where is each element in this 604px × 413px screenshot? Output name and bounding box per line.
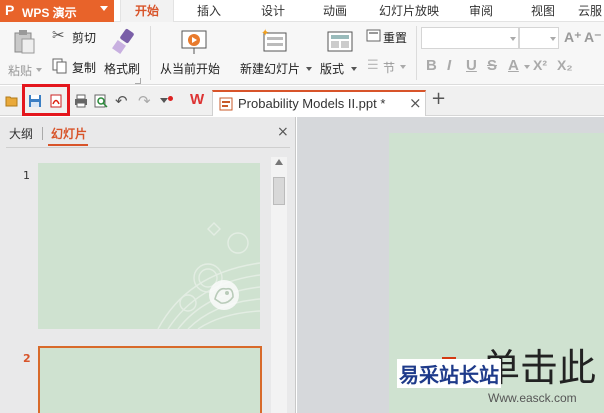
seal-logo-icon (209, 280, 239, 310)
format-painter-label: 格式刷 (104, 62, 141, 76)
tab-slides[interactable]: 幻灯片 (51, 125, 87, 142)
format-painter-button[interactable]: 格式刷 (104, 26, 146, 82)
italic-button[interactable]: I (447, 57, 451, 74)
tab-design[interactable]: 设计 (248, 0, 298, 22)
annotation-highlight-box (22, 84, 70, 116)
cut-button[interactable]: ✂ 剪切 (52, 26, 102, 46)
reset-label: 重置 (383, 31, 408, 45)
open-folder-icon[interactable] (5, 94, 19, 108)
paste-icon (14, 30, 35, 54)
print-preview-icon[interactable] (94, 94, 108, 108)
wps-brand-icon[interactable]: W (190, 91, 204, 108)
slide-thumbnail-1[interactable] (38, 163, 260, 329)
slideshow-play-icon (181, 30, 207, 54)
thumbnail-scrollbar[interactable] (271, 157, 287, 413)
ribbon-divider (150, 26, 151, 80)
brush-icon (112, 29, 134, 54)
chevron-down-icon (400, 65, 406, 69)
chevron-down-icon (306, 67, 312, 71)
underline-button[interactable]: U (466, 57, 477, 74)
watermark-text: 易采站长站 (397, 359, 501, 388)
font-color-button[interactable]: A (508, 57, 519, 74)
paste-label: 粘贴 (8, 64, 33, 78)
copy-button[interactable]: 复制 (52, 58, 102, 76)
copy-icon (52, 58, 67, 74)
customize-toolbar-icon[interactable] (160, 98, 168, 103)
print-icon[interactable] (74, 94, 88, 108)
layout-label: 版式 (320, 62, 345, 76)
slide-thumbnail-pane: 大纲 幻灯片 × 1 2 (0, 117, 296, 413)
document-title: Probability Models II.ppt * (238, 96, 386, 111)
section-button[interactable]: ☰ 节 (366, 58, 412, 76)
section-icon: ☰ (367, 58, 379, 73)
tab-review[interactable]: 审阅 (456, 0, 506, 22)
chevron-down-icon (100, 6, 108, 11)
reset-icon (366, 29, 381, 42)
ppt-file-icon (219, 97, 233, 111)
slide-thumbnail-2-selected[interactable] (38, 346, 262, 413)
shrink-font-button[interactable]: A⁻ (584, 29, 602, 46)
superscript-button[interactable]: X² (533, 57, 547, 73)
grow-font-button[interactable]: A⁺ (564, 29, 582, 46)
from-current-label: 从当前开始 (160, 62, 221, 76)
slide-number: 1 (23, 169, 30, 182)
app-title: WPS 演示 (22, 6, 77, 20)
tab-insert[interactable]: 插入 (184, 0, 234, 22)
quick-access-bar: ↶ ↷ W Probability Models II.ppt * × + (0, 86, 604, 116)
close-pane-icon[interactable]: × (277, 124, 289, 140)
subscript-button[interactable]: X₂ (557, 57, 573, 73)
chevron-down-icon (351, 67, 357, 71)
copy-label: 复制 (72, 61, 97, 75)
section-label: 节 (383, 61, 396, 75)
scroll-thumb[interactable] (273, 177, 285, 205)
reset-button[interactable]: 重置 (366, 28, 412, 46)
ribbon-divider (416, 26, 417, 80)
tab-animation[interactable]: 动画 (310, 0, 360, 22)
active-tab-indicator (48, 144, 88, 146)
chevron-down-icon (524, 65, 530, 69)
tab-outline[interactable]: 大纲 (9, 125, 33, 142)
chevron-down-icon (510, 37, 516, 41)
pane-divider-line (6, 147, 290, 148)
menu-bar: P WPS 演示 开始 插入 设计 动画 幻灯片放映 审阅 视图 云服 (0, 0, 604, 22)
chevron-down-icon (550, 37, 556, 41)
layout-button[interactable]: 版式 (320, 26, 364, 82)
tab-slideshow[interactable]: 幻灯片放映 (372, 0, 446, 22)
scissors-icon: ✂ (52, 26, 65, 44)
tab-home[interactable]: 开始 (120, 0, 174, 22)
font-name-combobox[interactable] (421, 27, 519, 49)
new-slide-icon: ✦ (261, 28, 287, 52)
chevron-down-icon (36, 68, 42, 72)
redo-icon[interactable]: ↷ (138, 92, 151, 110)
bold-button[interactable]: B (426, 57, 437, 74)
new-slide-label: 新建幻灯片 (240, 62, 301, 76)
pane-tabs: 大纲 幻灯片 × (0, 117, 296, 147)
dialog-launcher-icon[interactable] (135, 78, 141, 84)
new-tab-icon[interactable]: + (431, 88, 446, 109)
tab-divider (42, 127, 43, 140)
wps-logo-icon: P (5, 2, 15, 18)
slide-number: 2 (23, 352, 31, 365)
watermark-url: Www.easck.com (488, 391, 577, 405)
layout-icon (327, 31, 353, 52)
ribbon-toolbar: 粘贴 ✂ 剪切 复制 格式刷 从当前开始 ✦ 新建幻灯片 版式 重置 ☰ 节 A… (0, 22, 604, 85)
slide-pattern-decoration (157, 222, 260, 329)
app-menu-button[interactable]: P WPS 演示 (0, 0, 114, 22)
tab-view[interactable]: 视图 (518, 0, 568, 22)
undo-icon[interactable]: ↶ (115, 92, 128, 110)
cut-label: 剪切 (72, 31, 97, 45)
notification-dot-icon (168, 96, 173, 101)
new-slide-button[interactable]: ✦ 新建幻灯片 (238, 26, 312, 82)
play-from-current-button[interactable]: 从当前开始 (158, 26, 222, 82)
document-tab[interactable]: Probability Models II.ppt * × (212, 90, 426, 116)
close-tab-icon[interactable]: × (409, 94, 422, 112)
scroll-up-icon[interactable] (275, 159, 283, 165)
svg-text:✦: ✦ (261, 28, 269, 39)
paste-button[interactable]: 粘贴 (8, 26, 42, 82)
slide-editing-canvas[interactable]: 单击此 易采站长站 Www.easck.com (297, 117, 604, 413)
font-size-combobox[interactable] (519, 27, 559, 49)
strikethrough-button[interactable]: S (487, 57, 497, 74)
tab-cloud[interactable]: 云服 (578, 0, 604, 22)
